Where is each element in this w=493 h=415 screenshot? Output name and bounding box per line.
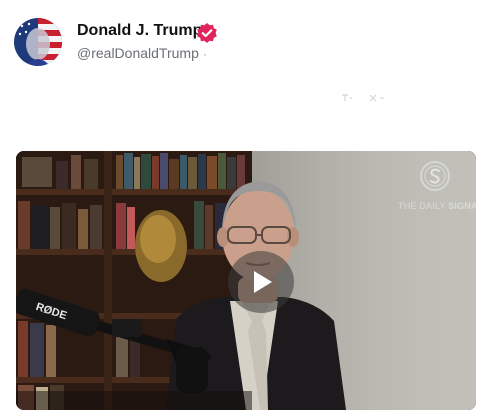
brand-watermark-text: THE DAILY SIGNAL <box>398 201 476 211</box>
avatar[interactable] <box>14 18 62 66</box>
brand-watermark-bold: SIGNAL <box>448 201 476 211</box>
play-button[interactable] <box>228 251 294 313</box>
faint-artifact <box>340 91 400 103</box>
brand-watermark: THE DAILY SIGNAL <box>398 159 476 215</box>
play-icon <box>254 271 272 293</box>
user-handle[interactable]: @realDonaldTrump · <box>77 45 207 61</box>
daily-signal-logo-icon <box>420 161 450 191</box>
brand-watermark-light: THE DAILY <box>398 201 446 211</box>
video-player[interactable]: RØDE THE DAILY SIGNAL <box>16 151 476 410</box>
handle-separator: · <box>202 47 207 61</box>
handle-text: @realDonaldTrump <box>77 45 199 61</box>
verified-badge-icon <box>196 22 218 44</box>
display-name[interactable]: Donald J. Trump <box>77 22 202 40</box>
